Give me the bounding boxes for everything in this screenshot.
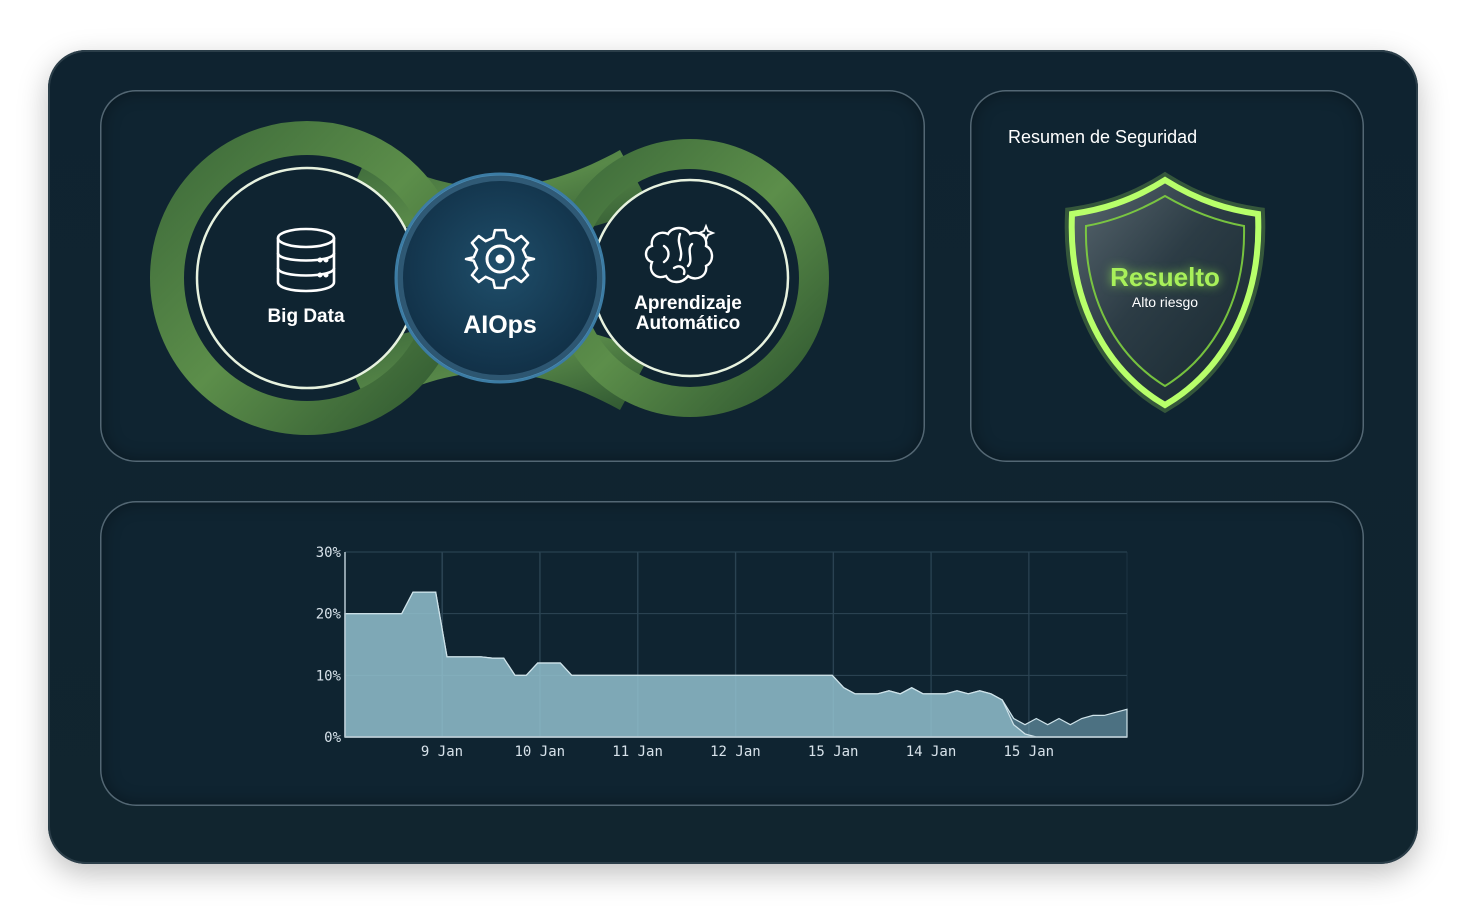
x-tick-label: 9 Jan <box>421 744 463 760</box>
aiops-infinity-graphic: 30% 20% 10% 0% 9 Jan 10 Jan 11 Jan 12 Jan 15 Jan… <box>150 121 1266 760</box>
y-tick-label: 30% <box>316 545 342 561</box>
left-ring-inner <box>195 166 419 390</box>
security-summary-title: Resumen de Seguridad <box>1008 127 1198 147</box>
security-status: Resuelto <box>1110 262 1220 292</box>
x-tick-label: 15 Jan <box>808 744 859 760</box>
machine-learning-label-line2: Automático <box>635 313 741 334</box>
big-data-label: Big Data <box>267 306 345 327</box>
x-tick-label: 14 Jan <box>906 744 957 760</box>
y-tick-label: 0% <box>324 730 341 746</box>
aiops-label: AIOps <box>463 311 537 339</box>
x-tick-label: 11 Jan <box>612 744 663 760</box>
x-tick-label: 10 Jan <box>515 744 566 760</box>
security-risk-level: Alto riesgo <box>1131 294 1199 310</box>
y-tick-label: 20% <box>316 607 342 623</box>
machine-learning-label-line1: Aprendizaje <box>634 293 742 314</box>
y-tick-label: 10% <box>316 668 342 684</box>
x-tick-label: 12 Jan <box>710 744 761 760</box>
x-tick-label: 15 Jan <box>1004 744 1055 760</box>
security-trend-chart: 30% 20% 10% 0% 9 Jan 10 Jan 11 Jan 12 Jan 15 Jan… <box>316 545 1128 760</box>
